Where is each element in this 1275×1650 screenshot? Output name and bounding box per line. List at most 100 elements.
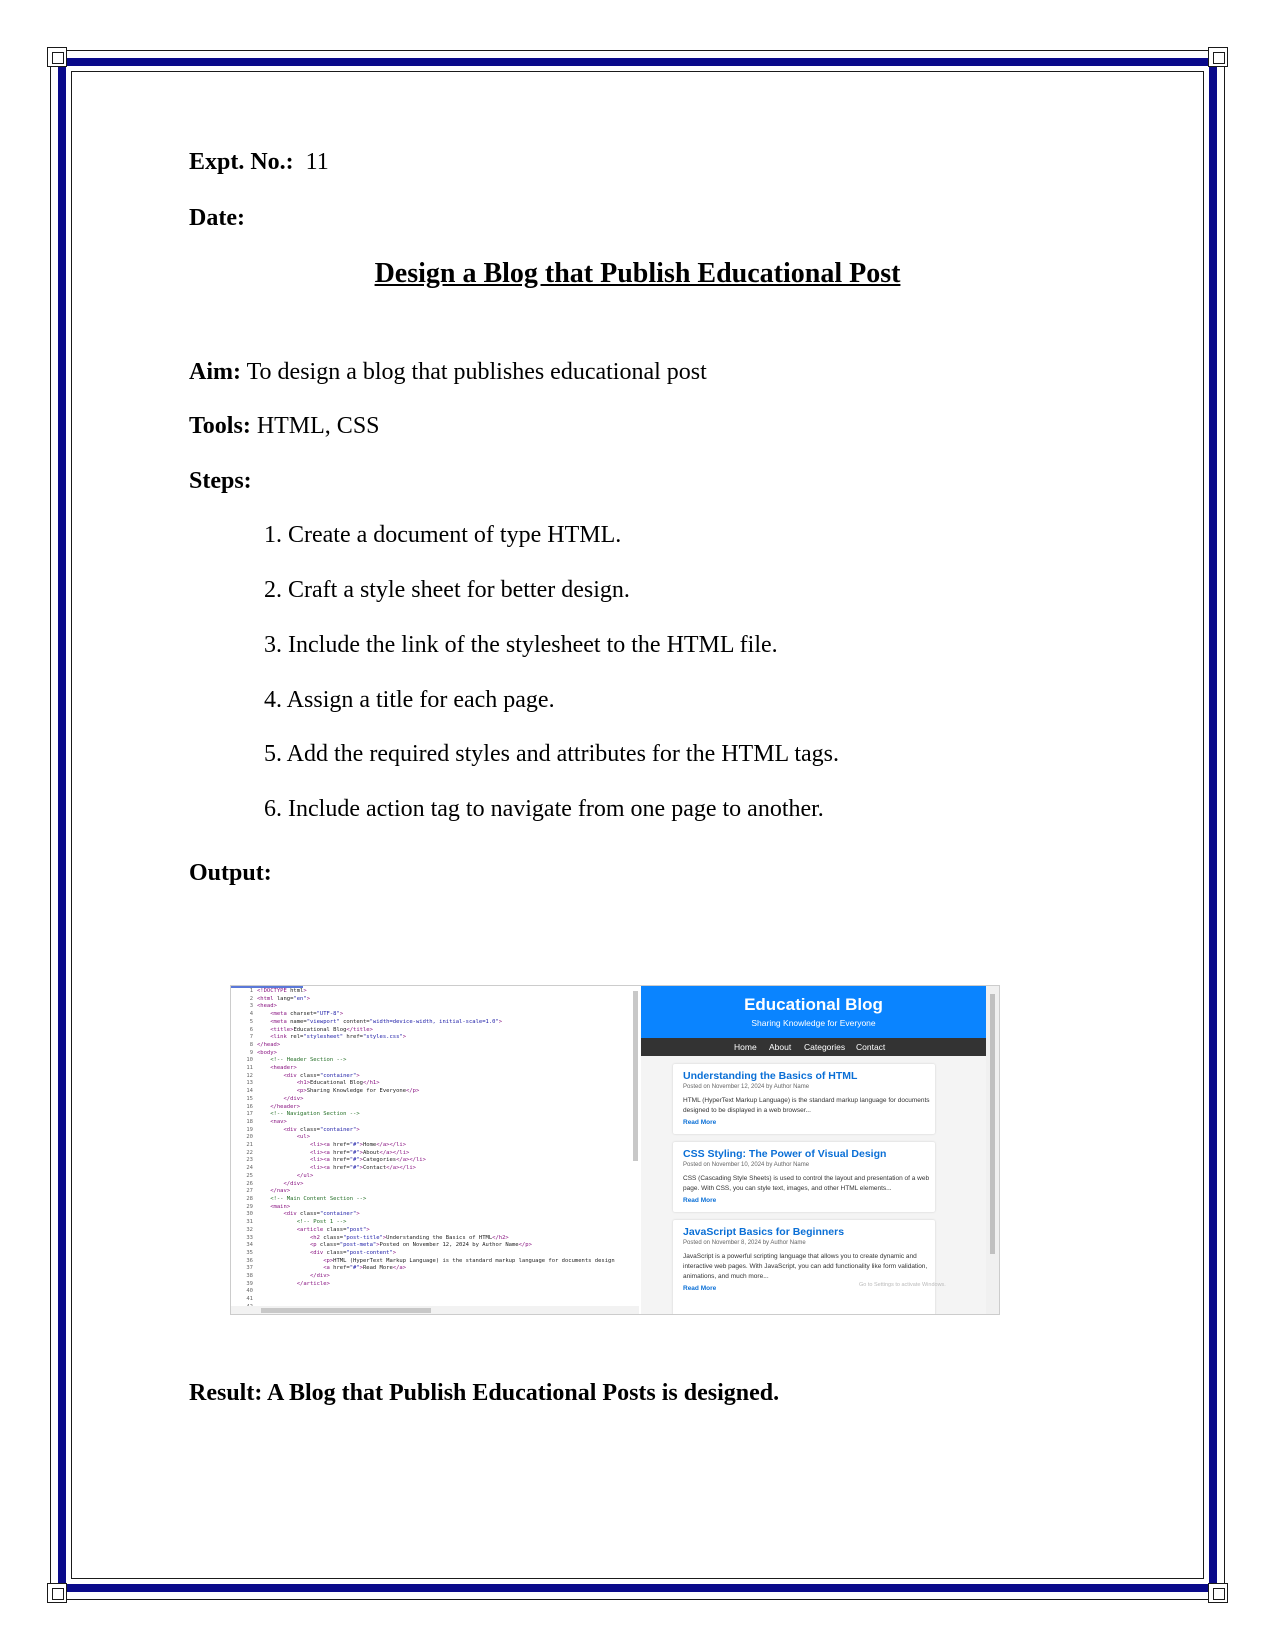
line-number: 36: [246, 1257, 253, 1264]
line-number: 32: [246, 1226, 253, 1233]
code-line: <p class="post-meta">Posted on November …: [309, 1242, 532, 1249]
line-number: 4: [249, 1011, 253, 1018]
corner-ornament-bottom-left: [47, 1583, 67, 1603]
step-item: 6. Include action tag to navigate from o…: [264, 796, 824, 822]
blog-nav: Home About Categories Contact: [641, 1038, 986, 1056]
step-item: 5. Add the required styles and attribute…: [264, 741, 839, 767]
line-number: 41: [246, 1296, 253, 1303]
line-number: 19: [246, 1126, 253, 1133]
code-line: <header>: [270, 1065, 297, 1072]
blog-subtitle: Sharing Knowledge for Everyone: [751, 1018, 876, 1028]
expt-value: 11: [305, 149, 329, 175]
code-line: </ul>: [296, 1172, 314, 1179]
code-line: <div class="post-content">: [309, 1249, 397, 1256]
line-number: 26: [246, 1180, 253, 1187]
nav-link-home[interactable]: Home: [734, 1042, 757, 1052]
tools-label: Tools:: [189, 413, 251, 439]
expt-number: Expt. No.: 11: [189, 148, 329, 176]
step-item: 1. Create a document of type HTML.: [264, 522, 622, 548]
post-title[interactable]: CSS Styling: The Power of Visual Design: [683, 1148, 886, 1160]
read-more-link[interactable]: Read More: [683, 1197, 716, 1204]
browser-vertical-scrollbar[interactable]: [990, 994, 995, 1254]
corner-ornament-top-right: [1208, 47, 1228, 67]
steps-label: Steps:: [189, 468, 252, 494]
step-item: 4. Assign a title for each page.: [264, 687, 555, 713]
line-number: 5: [249, 1018, 253, 1025]
line-number: 24: [246, 1165, 253, 1172]
post-title[interactable]: Understanding the Basics of HTML: [683, 1070, 857, 1082]
step-item: 3. Include the link of the stylesheet to…: [264, 632, 778, 658]
code-line: <h1>Educational Blog</h1>: [296, 1080, 380, 1087]
line-number: 16: [246, 1103, 253, 1110]
blog-post-card: Understanding the Basics of HTML Posted …: [673, 1064, 935, 1134]
code-text: <!DOCTYPE html> <html lang="en"> <head> <m…: [257, 988, 635, 1303]
line-number: 22: [246, 1149, 253, 1156]
code-line: </nav>: [270, 1188, 291, 1195]
code-line: <link rel="stylesheet" href="styles.css"…: [270, 1034, 407, 1041]
line-number: 6: [249, 1026, 253, 1033]
post-title[interactable]: JavaScript Basics for Beginners: [683, 1226, 844, 1238]
code-line: <a href="#">Read More</a>: [323, 1265, 407, 1272]
code-line: <p>Sharing Knowledge for Everyone</p>: [296, 1088, 420, 1095]
nav-link-about[interactable]: About: [769, 1042, 791, 1052]
line-number: 33: [246, 1234, 253, 1241]
expt-label: Expt. No.:: [189, 149, 294, 175]
code-line: <div class="container">: [283, 1211, 360, 1218]
line-number: 18: [246, 1118, 253, 1125]
step-item: 2. Craft a style sheet for better design…: [264, 577, 630, 603]
line-number: 1: [249, 988, 253, 994]
code-line: </article>: [296, 1280, 330, 1287]
line-number: 31: [246, 1219, 253, 1226]
blog-post-card: JavaScript Basics for Beginners Posted o…: [673, 1220, 935, 1314]
code-line: <!-- Post 1 -->: [257, 1219, 347, 1226]
line-number: 39: [246, 1280, 253, 1287]
line-number-gutter: 1 2 3 4 5 6 7 8 9 10 11 12 13 14 15 16 17 18 19 20 21 22 23 24 2…: [231, 988, 253, 1310]
line-number: 27: [246, 1188, 253, 1195]
line-number: 7: [249, 1034, 253, 1041]
blog-title: Educational Blog: [744, 995, 883, 1014]
code-line: <div class="container">: [283, 1072, 360, 1079]
code-line: <li><a href="#">Contact</a></li>: [309, 1165, 416, 1172]
code-line: <body>: [257, 1049, 277, 1056]
line-number: 9: [249, 1049, 253, 1056]
code-line: <h2 class="post-title">Understanding the…: [309, 1234, 509, 1241]
line-number: 17: [246, 1111, 253, 1118]
line-number: 21: [246, 1142, 253, 1149]
code-line: <ul>: [296, 1134, 310, 1141]
date-label: Date:: [189, 205, 245, 231]
aim-text: To design a blog that publishes educatio…: [246, 359, 707, 385]
editor-horizontal-scrollbar[interactable]: [261, 1308, 431, 1313]
code-line: <!DOCTYPE html>: [257, 988, 307, 994]
line-number: 40: [246, 1288, 253, 1295]
aim: Aim: To design a blog that publishes edu…: [189, 358, 707, 386]
nav-link-contact[interactable]: Contact: [856, 1042, 885, 1052]
line-number: 13: [246, 1080, 253, 1087]
line-number: 12: [246, 1072, 253, 1079]
read-more-link[interactable]: Read More: [683, 1119, 716, 1126]
code-line: </head>: [257, 1041, 281, 1048]
activate-windows-watermark: Go to Settings to activate Windows.: [859, 1282, 946, 1288]
tools: Tools: HTML, CSS: [189, 412, 380, 440]
code-line: </div>: [309, 1273, 330, 1280]
output-screenshot: 1 2 3 4 5 6 7 8 9 10 11 12 13 14 15 16 17 18 19 20 21 22 23 24 2…: [230, 985, 1000, 1315]
code-line: <!-- Navigation Section -->: [257, 1111, 360, 1118]
code-line: <li><a href="#">About</a></li>: [309, 1149, 410, 1156]
line-number: 3: [249, 1003, 253, 1010]
post-meta: Posted on November 8, 2024 by Author Nam…: [683, 1240, 806, 1246]
tools-text: HTML, CSS: [256, 413, 380, 439]
line-number: 10: [246, 1057, 253, 1064]
editor-vertical-scrollbar[interactable]: [633, 991, 638, 1161]
code-line: <main>: [270, 1203, 291, 1210]
code-line: <li><a href="#">Categories</a></li>: [309, 1157, 426, 1164]
post-meta: Posted on November 10, 2024 by Author Na…: [683, 1162, 810, 1168]
code-line: <!-- Header Section -->: [257, 1057, 347, 1064]
code-line: <title>Educational Blog</title>: [270, 1026, 373, 1033]
code-line: <head>: [257, 1003, 277, 1010]
code-line: <meta charset="UTF-8">: [270, 1011, 344, 1018]
nav-link-categories[interactable]: Categories: [804, 1042, 845, 1052]
read-more-link[interactable]: Read More: [683, 1285, 716, 1292]
code-line: <p>HTML (HyperText Markup Language) is t…: [323, 1257, 615, 1264]
corner-ornament-bottom-right: [1208, 1583, 1228, 1603]
line-number: 25: [246, 1172, 253, 1179]
blog-post-card: CSS Styling: The Power of Visual Design …: [673, 1142, 935, 1212]
